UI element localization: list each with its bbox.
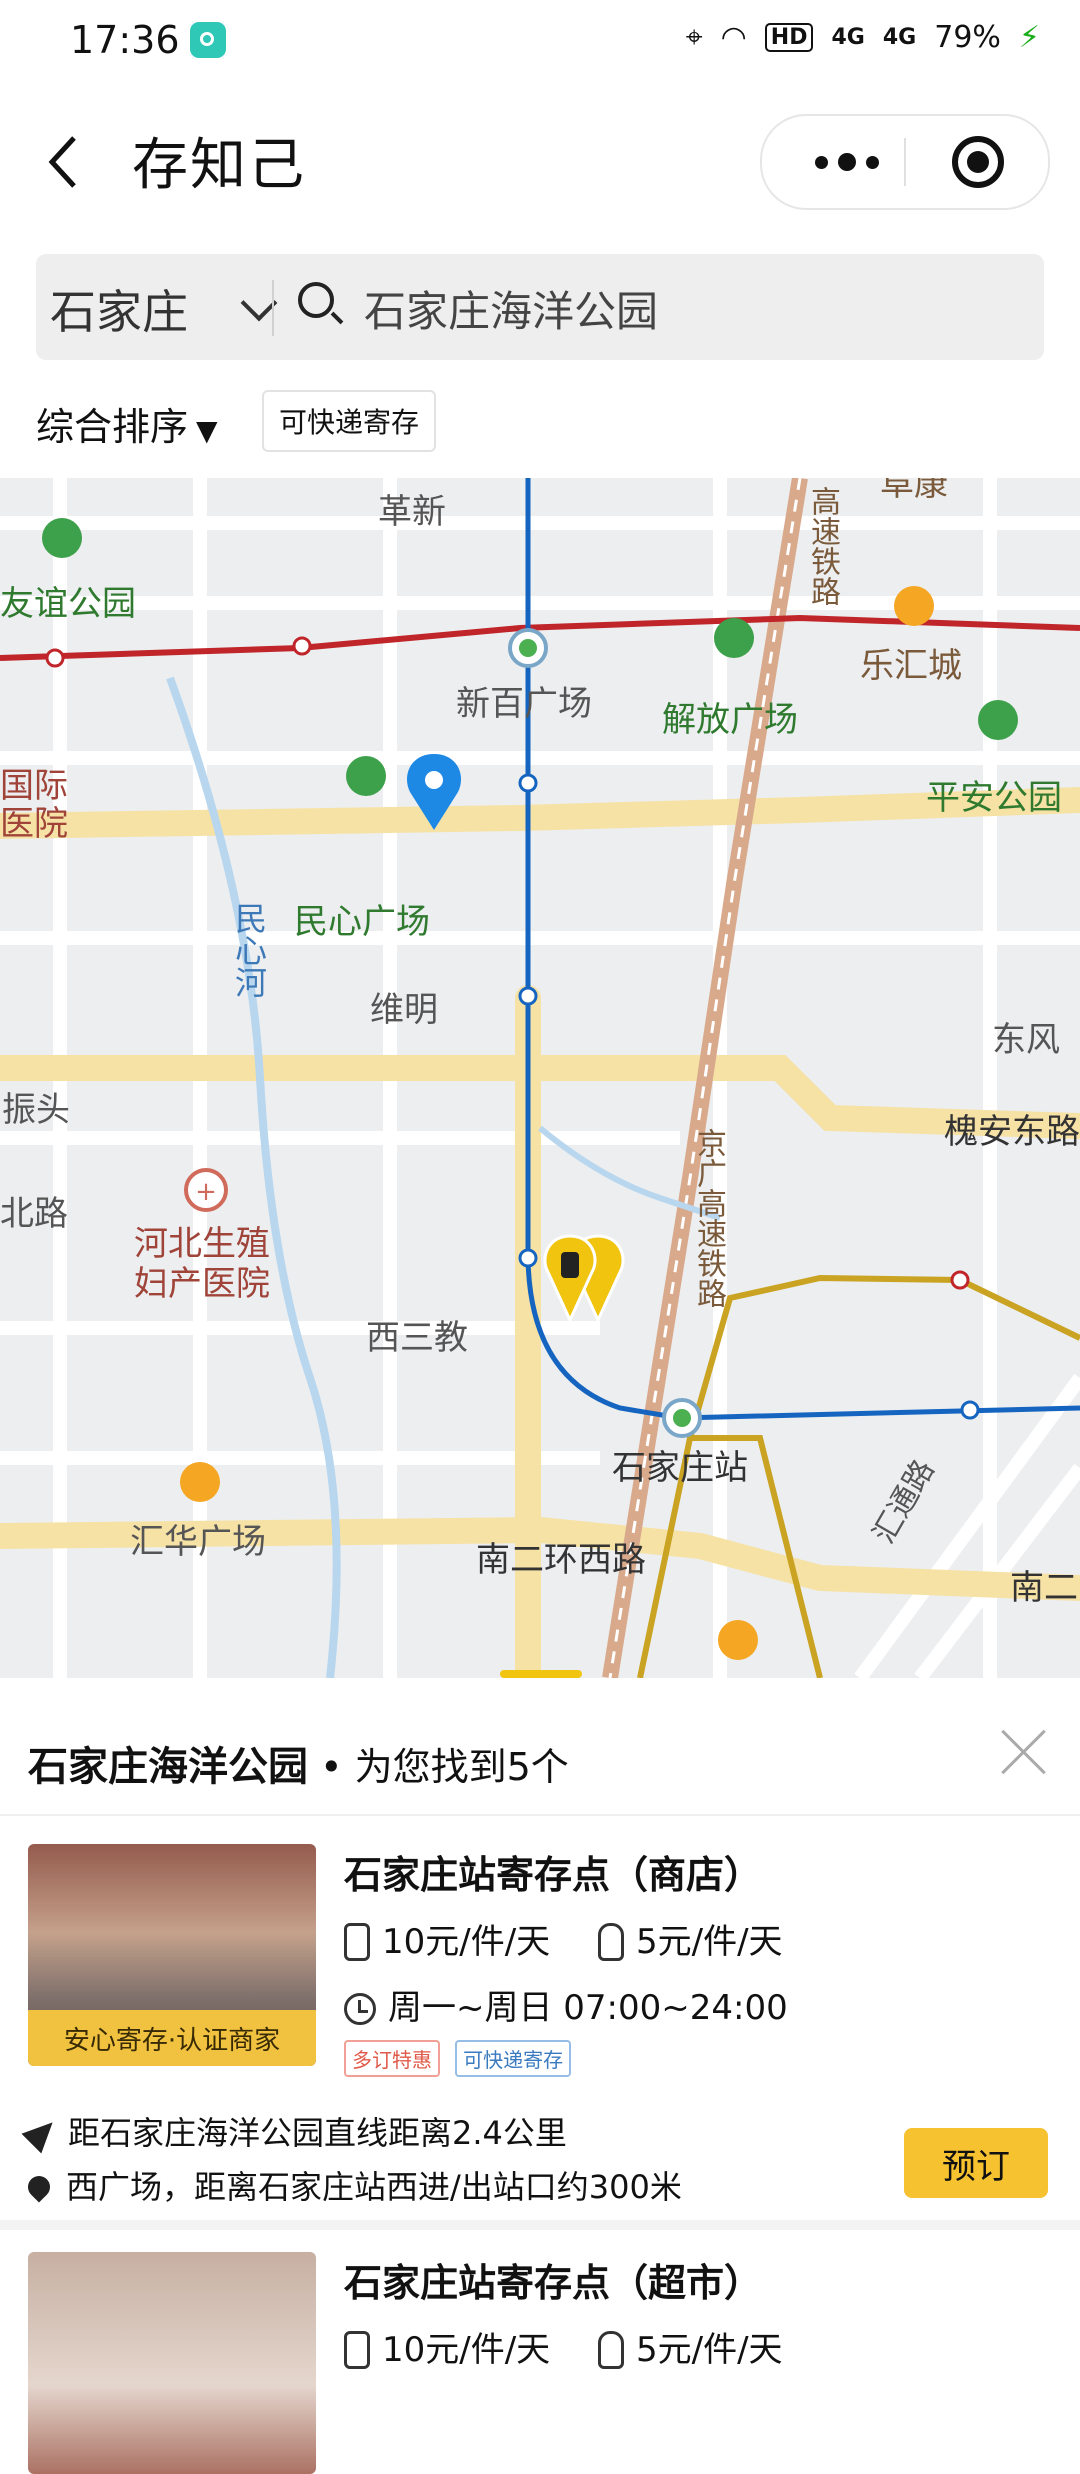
card-divider bbox=[0, 2220, 1080, 2230]
title-bar: 存知己 bbox=[0, 110, 1080, 220]
triangle-down-icon: ▼ bbox=[196, 414, 218, 447]
results-summary: 为您找到5个 bbox=[354, 1745, 569, 1789]
hours-text: 周一~周日 07:00~24:00 bbox=[388, 1988, 788, 2028]
results-sheet: 石家庄海洋公园 • 为您找到5个 安心寄存·认证商家 石家庄站寄存点（商店） 1… bbox=[0, 1670, 1080, 2474]
price-luggage-text: 10元/件/天 bbox=[382, 1922, 551, 1962]
map-label-huihua: 汇华广场 bbox=[130, 1522, 266, 1562]
navigation-arrow-icon bbox=[21, 2112, 63, 2154]
wifi-icon: ◠ bbox=[720, 20, 747, 55]
location-pin-icon bbox=[23, 2171, 55, 2203]
map[interactable]: + 革新 阜康 友谊公园 高速铁路 乐汇城 新百广场 解放广场 国际 医院 平安… bbox=[0, 478, 1080, 1678]
charging-icon: ⚡ bbox=[1018, 20, 1040, 55]
capsule-divider bbox=[904, 138, 906, 186]
opening-hours: 周一~周日 07:00~24:00 bbox=[344, 1980, 788, 2029]
express-storage-chip[interactable]: 可快递寄存 bbox=[262, 390, 436, 452]
price-bag-2: 5元/件/天 bbox=[598, 2322, 783, 2371]
backpack-icon bbox=[598, 1923, 624, 1961]
search-input[interactable]: 石家庄海洋公园 bbox=[364, 278, 658, 339]
map-label-nan-er: 南二 bbox=[1010, 1568, 1078, 1608]
signal-icon-1: 4G bbox=[831, 25, 865, 50]
sheet-drag-handle[interactable] bbox=[500, 1670, 582, 1678]
search-icon bbox=[298, 282, 334, 318]
store-name: 石家庄站寄存点（商店） bbox=[344, 1853, 763, 1897]
map-label-zhentou: 振头 bbox=[2, 1090, 70, 1130]
address-text: 西广场，距离石家庄站西进/出站口约300米 bbox=[66, 2168, 682, 2206]
price-bag-text-2: 5元/件/天 bbox=[636, 2330, 783, 2370]
price-luggage: 10元/件/天 bbox=[344, 1914, 550, 1963]
sort-label: 综合排序 bbox=[36, 405, 189, 449]
map-label-pingan: 平安公园 bbox=[926, 778, 1062, 818]
status-time: 17:36 bbox=[70, 18, 180, 62]
map-label-hebei-hospital: 河北生殖妇产医院 bbox=[134, 1224, 270, 1304]
tag-express: 可快递寄存 bbox=[455, 2040, 572, 2077]
app-notification-icon bbox=[190, 22, 226, 58]
map-label-sjz-station: 石家庄站 bbox=[612, 1448, 748, 1488]
signal-icon-2: 4G bbox=[882, 25, 917, 50]
map-label-xisanjiao: 西三教 bbox=[366, 1318, 468, 1358]
price-bag: 5元/件/天 bbox=[598, 1914, 783, 1963]
storage-card[interactable]: 安心寄存·认证商家 石家庄站寄存点（商店） 10元/件/天 5元/件/天 周一~… bbox=[0, 1844, 1080, 2244]
clock-icon bbox=[344, 1993, 376, 2025]
storage-card-2[interactable]: 石家庄站寄存点（超市） 10元/件/天 5元/件/天 bbox=[0, 2252, 1080, 2474]
city-selector[interactable]: 石家庄 bbox=[50, 276, 188, 342]
distance: 距石家庄海洋公园直线距离2.4公里 bbox=[21, 2108, 567, 2154]
sort-dropdown[interactable]: 综合排序 ▼ bbox=[36, 396, 218, 451]
store-photo: 安心寄存·认证商家 bbox=[28, 1844, 316, 2066]
back-icon[interactable] bbox=[44, 132, 84, 192]
map-label-weiming: 维明 bbox=[370, 990, 438, 1030]
store-photo-2 bbox=[28, 2252, 316, 2474]
map-label-jingguang: 京广高速铁路 bbox=[691, 1128, 726, 1308]
distance-text: 距石家庄海洋公园直线距离2.4公里 bbox=[68, 2114, 567, 2152]
map-label-fukang: 阜康 bbox=[880, 478, 948, 504]
results-keyword: 石家庄海洋公园 bbox=[28, 1744, 308, 1790]
results-header: 石家庄海洋公园 • 为您找到5个 bbox=[28, 1734, 569, 1792]
price-bag-text: 5元/件/天 bbox=[636, 1922, 783, 1962]
store-name-2: 石家庄站寄存点（超市） bbox=[344, 2261, 763, 2305]
map-label-dongfeng: 东风 bbox=[992, 1020, 1060, 1060]
hd-icon: HD bbox=[764, 23, 814, 52]
svg-text:+: + bbox=[195, 1177, 217, 1207]
battery-level: 79% bbox=[934, 20, 1001, 55]
map-label-huaian: 槐安东路 bbox=[944, 1112, 1080, 1152]
map-label-nan-erhuan: 南二环西路 bbox=[476, 1540, 646, 1580]
mini-program-capsule bbox=[760, 114, 1050, 210]
map-label-rail-top: 高速铁路 bbox=[805, 486, 840, 606]
map-label-minxin-square: 民心广场 bbox=[294, 902, 430, 942]
luggage-icon bbox=[344, 1923, 370, 1961]
status-bar: 17:36 ⌖ ◠ HD 4G 4G 79% ⚡ bbox=[0, 0, 1080, 84]
map-label-youyi-park: 友谊公园 bbox=[0, 584, 136, 624]
results-dot: • bbox=[320, 1745, 355, 1789]
map-label-lehui: 乐汇城 bbox=[860, 646, 962, 686]
map-label-xinbai: 新百广场 bbox=[456, 684, 592, 724]
price-luggage-text-2: 10元/件/天 bbox=[382, 2330, 551, 2370]
close-target-icon[interactable] bbox=[952, 136, 1004, 188]
search-divider bbox=[272, 280, 274, 336]
page-title: 存知己 bbox=[132, 133, 306, 198]
address: 西广场，距离石家庄站西进/出站口约300米 bbox=[23, 2162, 682, 2208]
map-label-gexin: 革新 bbox=[378, 492, 446, 532]
more-icon[interactable] bbox=[802, 144, 892, 180]
map-label-minxin-river: 民心河 bbox=[230, 902, 268, 998]
location-icon: ⌖ bbox=[685, 20, 703, 55]
price-luggage-2: 10元/件/天 bbox=[344, 2322, 550, 2371]
map-label-jiefang: 解放广场 bbox=[662, 700, 798, 740]
map-label-intl-2: 医院 bbox=[0, 804, 68, 844]
backpack-icon bbox=[598, 2331, 624, 2369]
tags: 多订特惠 可快递寄存 bbox=[344, 2040, 581, 2077]
status-icons: ⌖ ◠ HD 4G 4G 79% ⚡ bbox=[686, 20, 1040, 55]
tag-discount: 多订特惠 bbox=[344, 2040, 440, 2077]
close-icon[interactable] bbox=[1000, 1728, 1048, 1776]
search-bar: 石家庄 石家庄海洋公园 bbox=[36, 254, 1044, 360]
divider bbox=[0, 1814, 1080, 1816]
book-button[interactable]: 预订 bbox=[904, 2128, 1048, 2198]
luggage-icon bbox=[344, 2331, 370, 2369]
certified-badge: 安心寄存·认证商家 bbox=[28, 2010, 316, 2066]
map-label-bei-rd: 北路 bbox=[0, 1194, 68, 1234]
